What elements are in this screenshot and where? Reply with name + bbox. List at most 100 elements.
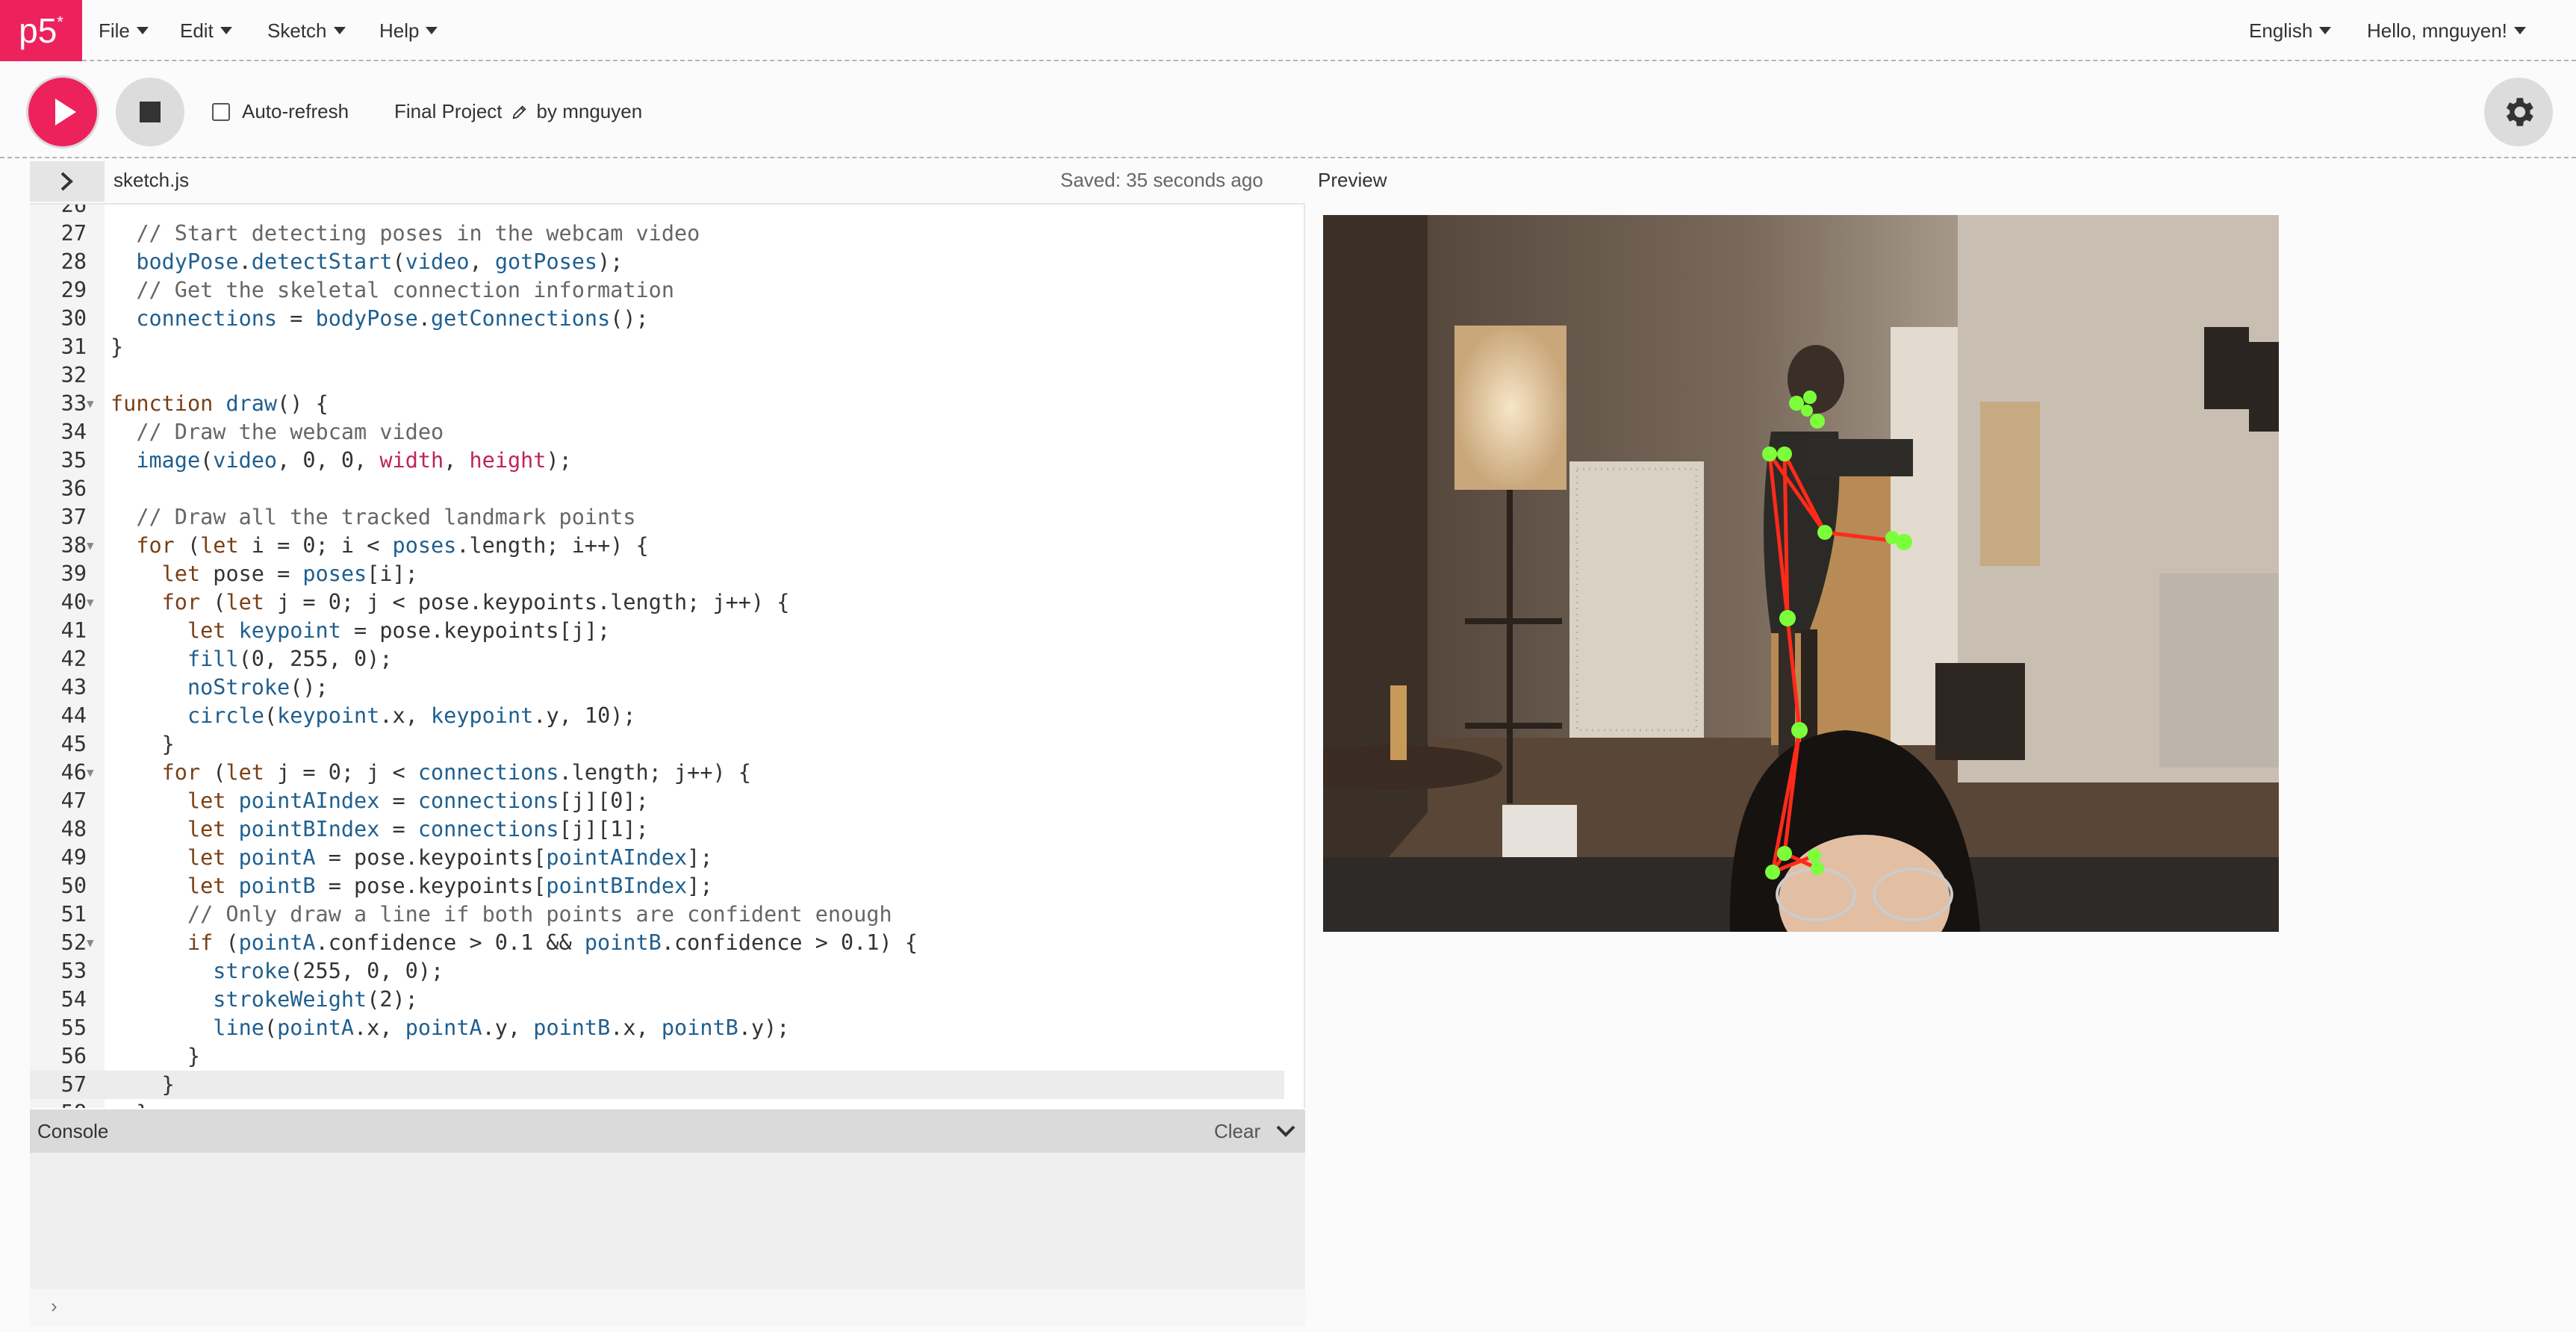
code-line[interactable]: 39 let pose = poses[i];	[30, 560, 1284, 588]
code-line[interactable]: 41 let keypoint = pose.keypoints[j];	[30, 617, 1284, 645]
menu-file[interactable]: File	[99, 0, 149, 61]
code-line[interactable]: 53 stroke(255, 0, 0);	[30, 957, 1284, 986]
code-line[interactable]: 52 ▼ if (pointA.confidence > 0.1 && point…	[30, 929, 1284, 957]
clutter	[1935, 663, 2025, 760]
code-text: circle(keypoint.x, keypoint.y, 10);	[187, 703, 636, 728]
console-clear-button[interactable]: Clear	[1214, 1120, 1260, 1143]
chevron-down-icon[interactable]	[1275, 1123, 1296, 1139]
line-number: 47	[60, 788, 87, 813]
code-line[interactable]: 56 }	[30, 1042, 1284, 1071]
code-text: bodyPose.detectStart(video, gotPoses);	[136, 249, 623, 274]
fold-toggle-icon[interactable]: ▼	[87, 929, 94, 957]
console-input[interactable]: ›	[30, 1289, 1305, 1326]
console-output	[30, 1153, 1305, 1289]
fold-toggle-icon[interactable]: ▼	[87, 532, 94, 560]
code-line[interactable]: 46 ▼ for (let j = 0; j < connections.leng…	[30, 759, 1284, 787]
code-line[interactable]: 44 circle(keypoint.x, keypoint.y, 10);	[30, 702, 1284, 730]
keypoint	[1808, 849, 1821, 862]
auto-refresh-checkbox[interactable]	[212, 102, 230, 121]
code-line[interactable]: 40 ▼ for (let j = 0; j < pose.keypoints.l…	[30, 588, 1284, 617]
code-line[interactable]: 37 // Draw all the tracked landmark poin…	[30, 503, 1284, 532]
project-name[interactable]: Final Project	[394, 100, 503, 123]
code-line[interactable]: 27 // Start detecting poses in the webca…	[30, 220, 1284, 248]
auto-refresh-toggle[interactable]: Auto-refresh	[212, 100, 349, 123]
line-number: 50	[60, 874, 87, 898]
line-number: 53	[60, 959, 87, 983]
code-line[interactable]: 58 }	[30, 1099, 1284, 1108]
code-text: strokeWeight(2);	[213, 987, 418, 1012]
line-number: 37	[60, 505, 87, 529]
menu-help[interactable]: Help	[379, 0, 438, 61]
gear-icon	[2506, 98, 2533, 126]
line-number: 36	[60, 476, 87, 501]
code-line[interactable]: 28 bodyPose.detectStart(video, gotPoses)…	[30, 248, 1284, 276]
code-line[interactable]: 51 // Only draw a line if both points ar…	[30, 900, 1284, 929]
play-button[interactable]	[28, 78, 97, 146]
line-number: 58	[30, 1099, 87, 1108]
menu-edit[interactable]: Edit	[180, 0, 232, 61]
code-editor[interactable]: 26 27 // Start detecting poses in the web…	[30, 203, 1305, 1108]
code-line[interactable]: 30 connections = bodyPose.getConnections…	[30, 305, 1284, 333]
picture-frame	[2204, 327, 2249, 409]
code-line[interactable]: 31}	[30, 333, 1284, 361]
code-line[interactable]: 34 // Draw the webcam video	[30, 418, 1284, 446]
code-line[interactable]: 54 strokeWeight(2);	[30, 986, 1284, 1014]
code-line[interactable]: 47 let pointAIndex = connections[j][0];	[30, 787, 1284, 815]
line-number: 26	[60, 203, 87, 217]
top-nav: p5 * File Edit Sketch Help English Hello,…	[0, 0, 2576, 61]
person-arm	[1808, 439, 1913, 476]
code-line[interactable]: 50 let pointB = pose.keypoints[pointBInd…	[30, 872, 1284, 900]
code-line[interactable]: 55 line(pointA.x, pointA.y, pointB.x, po…	[30, 1014, 1284, 1042]
code-text: fill(0, 255, 0);	[187, 647, 393, 671]
code-text: for (let j = 0; j < pose.keypoints.lengt…	[161, 590, 790, 614]
code-text: }	[111, 1044, 201, 1068]
file-tab[interactable]: sketch.js	[113, 169, 189, 192]
code-line[interactable]: 38 ▼ for (let i = 0; i < poses.length; i+…	[30, 532, 1284, 560]
line-number: 39	[60, 561, 87, 586]
pencil-icon[interactable]	[511, 104, 528, 120]
line-number: 49	[60, 845, 87, 870]
bottle	[1390, 685, 1407, 760]
code-text: }	[111, 1072, 175, 1097]
code-text: noStroke();	[187, 675, 329, 700]
p5-logo[interactable]: p5 *	[0, 0, 82, 61]
keypoint	[1803, 390, 1817, 404]
code-line[interactable]: 49 let pointA = pose.keypoints[pointAInd…	[30, 844, 1284, 872]
line-number: 33	[60, 391, 87, 416]
code-line[interactable]: 43 noStroke();	[30, 673, 1284, 702]
code-line[interactable]: 36	[30, 475, 1284, 503]
code-line[interactable]: 32	[30, 361, 1284, 390]
code-line[interactable]: 33 ▼ function draw() {	[30, 390, 1284, 418]
keypoint	[1777, 846, 1792, 861]
code-text: // Get the skeletal connection informati…	[136, 278, 674, 302]
left-wall	[1323, 215, 1428, 932]
user-label: Hello, mnguyen!	[2367, 19, 2507, 42]
line-number: 45	[60, 732, 87, 756]
author-link[interactable]: mnguyen	[562, 100, 642, 123]
line-number: 48	[60, 817, 87, 841]
code-line[interactable]: 29 // Get the skeletal connection inform…	[30, 276, 1284, 305]
line-number: 44	[60, 703, 87, 728]
fold-toggle-icon[interactable]: ▼	[87, 390, 94, 418]
language-menu[interactable]: English	[2249, 0, 2332, 61]
code-text: }	[111, 732, 175, 756]
settings-button[interactable]	[2484, 78, 2553, 146]
sidebar-toggle-button[interactable]	[30, 161, 105, 202]
code-line[interactable]: 45 }	[30, 730, 1284, 759]
sketch-preview[interactable]	[1323, 215, 2279, 932]
chevron-down-icon	[2319, 27, 2332, 34]
code-line[interactable]: 48 let pointBIndex = connections[j][1];	[30, 815, 1284, 844]
stop-button[interactable]	[116, 78, 184, 146]
keypoint	[1765, 865, 1780, 880]
code-line[interactable]: 57 }	[30, 1071, 1284, 1099]
code-line[interactable]: 26	[30, 203, 1284, 220]
code-text: let pointA = pose.keypoints[pointAIndex]…	[187, 845, 713, 870]
user-menu[interactable]: Hello, mnguyen!	[2367, 0, 2526, 61]
line-number: 43	[60, 675, 87, 700]
menu-sketch[interactable]: Sketch	[267, 0, 346, 61]
fold-toggle-icon[interactable]: ▼	[87, 588, 94, 617]
keypoint	[1791, 722, 1808, 738]
code-line[interactable]: 42 fill(0, 255, 0);	[30, 645, 1284, 673]
fold-toggle-icon[interactable]: ▼	[87, 759, 94, 787]
code-line[interactable]: 35 image(video, 0, 0, width, height);	[30, 446, 1284, 475]
